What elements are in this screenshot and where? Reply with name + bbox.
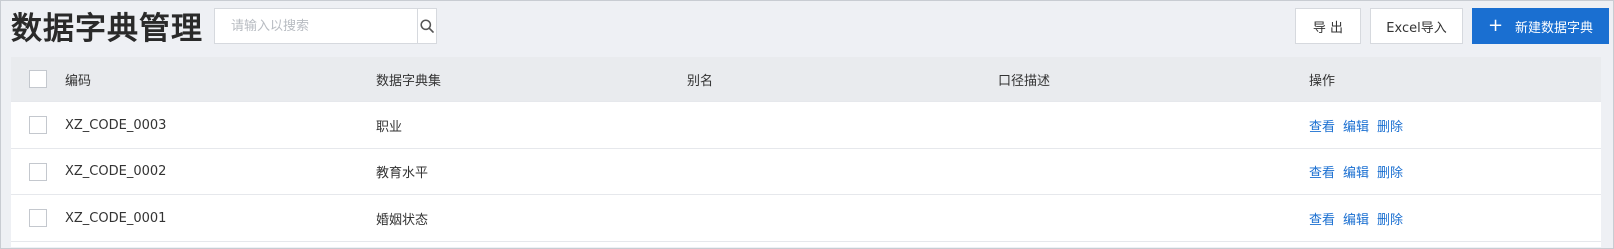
table-row: XZ_CODE_0003 职业 查看 编辑 删除 (11, 102, 1601, 149)
delete-link[interactable]: 删除 (1377, 209, 1403, 228)
column-header-alias: 别名 (687, 73, 714, 89)
actions-cell: 查看 编辑 删除 (1309, 195, 1411, 241)
view-link[interactable]: 查看 (1309, 116, 1335, 135)
search-input[interactable] (215, 9, 417, 43)
delete-link[interactable]: 删除 (1377, 116, 1403, 135)
actions-cell: 查看 编辑 删除 (1309, 102, 1411, 148)
page-title: 数据字典管理 (11, 11, 203, 47)
row-checkbox[interactable] (29, 162, 47, 181)
excel-import-button[interactable]: Excel导入 (1370, 8, 1463, 44)
plus-icon: + (1487, 15, 1504, 36)
search-button[interactable] (417, 9, 436, 43)
code-cell: XZ_CODE_0002 (65, 164, 167, 179)
data-dictionary-table: 编码 数据字典集 别名 口径描述 操作 XZ_CODE_0003 职业 查看 编… (11, 57, 1601, 247)
search-icon (420, 19, 434, 33)
actions-cell: 查看 编辑 删除 (1309, 149, 1411, 194)
code-cell: XZ_CODE_0001 (65, 210, 167, 226)
dictionary-set-cell: 婚姻状态 (376, 212, 429, 228)
view-link[interactable]: 查看 (1309, 209, 1335, 228)
search-box (214, 8, 437, 44)
export-button-label: 导 出 (1312, 20, 1344, 36)
row-checkbox[interactable] (29, 209, 47, 227)
column-header-actions: 操作 (1309, 73, 1336, 89)
table-row: XZ_CODE_0001 婚姻状态 查看 编辑 删除 (11, 195, 1601, 242)
excel-import-button-label: Excel导入 (1386, 20, 1447, 36)
page-frame: 数据字典管理 导 出 Excel导入 + 新建数据字典 编码 数据字典集 别名 … (0, 0, 1614, 249)
delete-link[interactable]: 删除 (1377, 162, 1403, 181)
edit-link[interactable]: 编辑 (1343, 116, 1369, 135)
row-checkbox[interactable] (29, 116, 47, 134)
code-cell: XZ_CODE_0003 (65, 117, 167, 133)
select-all-checkbox[interactable] (29, 70, 47, 88)
new-data-dictionary-button-label: 新建数据字典 (1515, 20, 1594, 36)
new-data-dictionary-button[interactable]: + 新建数据字典 (1472, 8, 1609, 44)
table-header-row: 编码 数据字典集 别名 口径描述 操作 (11, 57, 1601, 102)
column-header-code: 编码 (65, 73, 92, 89)
dictionary-set-cell: 职业 (376, 119, 403, 135)
dictionary-set-cell: 教育水平 (376, 166, 429, 181)
column-header-description: 口径描述 (998, 73, 1051, 89)
view-link[interactable]: 查看 (1309, 162, 1335, 181)
export-button[interactable]: 导 出 (1295, 8, 1361, 44)
edit-link[interactable]: 编辑 (1343, 162, 1369, 181)
column-header-dictionary-set: 数据字典集 (376, 73, 442, 89)
table-row: XZ_CODE_0002 教育水平 查看 编辑 删除 (11, 149, 1601, 195)
edit-link[interactable]: 编辑 (1343, 209, 1369, 228)
